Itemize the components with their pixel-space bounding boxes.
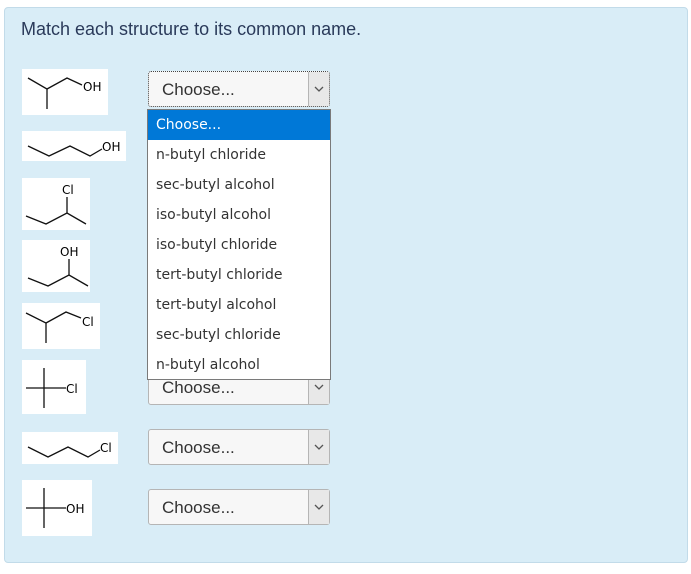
dropdown-option[interactable]: n-butyl alcohol (148, 350, 330, 380)
chevron-down-icon (314, 86, 324, 92)
skeletal-formula: Cl (25, 183, 87, 225)
atom-label: Cl (82, 315, 94, 329)
question-text: Match each structure to its common name. (21, 19, 362, 39)
dropdown-option[interactable]: Choose... (148, 110, 330, 140)
select-value: Choose... (162, 378, 235, 397)
atom-label: Cl (100, 441, 112, 455)
skeletal-formula: OH (26, 488, 84, 528)
dropdown-option[interactable]: tert-butyl chloride (148, 260, 330, 290)
dropdown-option[interactable]: iso-butyl chloride (148, 230, 330, 260)
select-value: Choose... (162, 438, 235, 457)
atom-label: OH (102, 140, 120, 154)
structure-tert-butyl-alcohol: OH (22, 480, 92, 536)
dropdown-option[interactable]: tert-butyl alcohol (148, 290, 330, 320)
dropdown-toggle[interactable] (308, 72, 329, 106)
skeletal-formula: OH (27, 245, 89, 287)
structure-n-butyl-chloride: Cl (22, 432, 118, 464)
answer-select-1[interactable]: Choose... (148, 71, 330, 107)
chevron-down-icon (314, 384, 324, 390)
skeletal-formula: Cl (25, 311, 94, 343)
dropdown-toggle[interactable] (308, 490, 329, 524)
atom-label: Cl (62, 183, 74, 197)
skeletal-formula: OH (27, 77, 101, 109)
skeletal-formula: Cl (27, 441, 112, 458)
answer-select-8[interactable]: Choose... (148, 489, 330, 525)
structure-n-butyl-alcohol: OH (22, 131, 126, 161)
skeletal-formula: OH (27, 140, 120, 157)
chevron-down-icon (314, 444, 324, 450)
chevron-down-icon (314, 504, 324, 510)
answer-select-7[interactable]: Choose... (148, 429, 330, 465)
structure-tert-butyl-chloride: Cl (22, 360, 86, 414)
atom-label: OH (83, 80, 101, 94)
atom-label: OH (66, 502, 84, 516)
dropdown-toggle[interactable] (308, 430, 329, 464)
select-value: Choose... (162, 498, 235, 517)
skeletal-formula: Cl (26, 368, 78, 408)
structure-sec-butyl-chloride: Cl (22, 178, 90, 230)
atom-label: Cl (66, 382, 78, 396)
dropdown-list: Choose... n-butyl chloride sec-butyl alc… (147, 109, 331, 380)
structure-iso-butyl-alcohol: OH (22, 69, 108, 115)
dropdown-option[interactable]: iso-butyl alcohol (148, 200, 330, 230)
select-value: Choose... (162, 80, 235, 99)
dropdown-option[interactable]: sec-butyl alcohol (148, 170, 330, 200)
dropdown-option[interactable]: n-butyl chloride (148, 140, 330, 170)
atom-label: OH (60, 245, 78, 259)
dropdown-option[interactable]: sec-butyl chloride (148, 320, 330, 350)
structure-sec-butyl-alcohol: OH (22, 240, 90, 292)
structure-iso-butyl-chloride: Cl (22, 303, 100, 349)
